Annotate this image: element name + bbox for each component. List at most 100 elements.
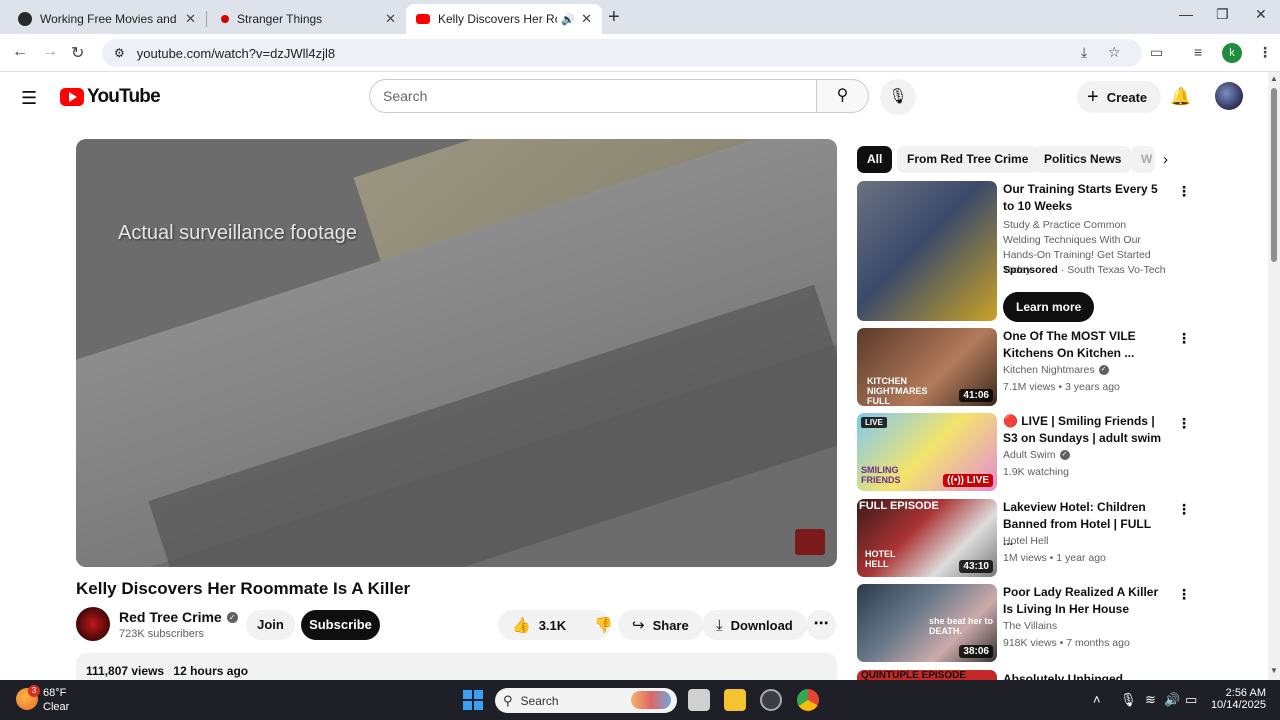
video-title[interactable]: Poor Lady Realized A Killer Is Living In…: [1003, 584, 1163, 618]
video-thumbnail[interactable]: FULL EPISODE HOTEL HELL 43:10: [857, 499, 997, 577]
channel-name[interactable]: The Villains: [1003, 620, 1057, 632]
battery-icon[interactable]: ▭: [1185, 692, 1197, 708]
kebab-menu-icon[interactable]: ⋮: [1177, 330, 1191, 347]
new-tab-button[interactable]: +: [608, 6, 620, 29]
app-icon[interactable]: [760, 689, 782, 711]
scroll-up-arrow-icon[interactable]: ▲: [1270, 74, 1278, 83]
download-button[interactable]: ⤓ Download: [702, 610, 807, 640]
tab-kelly-discovers[interactable]: Kelly Discovers Her Roomm 🔊 ✕: [406, 4, 602, 34]
tray-chevron-icon[interactable]: ˄: [1093, 692, 1101, 707]
minimize-icon[interactable]: —: [1179, 6, 1193, 22]
channel-name[interactable]: Kitchen Nightmares: [1003, 364, 1095, 376]
browser-tab-bar: Working Free Movies and TV Sh ✕ Stranger…: [0, 0, 1280, 34]
cast-icon[interactable]: ▭: [1150, 44, 1163, 61]
kebab-menu-icon[interactable]: ⋮: [1177, 501, 1191, 518]
bookmark-star-icon[interactable]: ☆: [1108, 44, 1121, 61]
browser-menu-icon[interactable]: ⋮: [1258, 44, 1272, 61]
video-title: Kelly Discovers Her Roommate Is A Killer: [76, 579, 411, 598]
search-button[interactable]: ⚲: [816, 79, 869, 113]
speaker-icon[interactable]: 🔊: [561, 13, 575, 26]
browser-profile-avatar[interactable]: k: [1222, 43, 1242, 63]
address-bar[interactable]: ⚙ youtube.com/watch?v=dzJWll4zjl8: [102, 39, 1142, 67]
create-button[interactable]: + Create: [1077, 81, 1162, 113]
hamburger-menu-icon[interactable]: ☰: [21, 88, 37, 109]
video-thumbnail[interactable]: KITCHEN NIGHTMARES FULL EPISODE 41:06: [857, 328, 997, 406]
close-icon[interactable]: ✕: [185, 11, 196, 27]
notifications-bell-icon[interactable]: 🔔: [1170, 87, 1191, 107]
search-input[interactable]: Search: [369, 79, 817, 113]
channel-name[interactable]: Adult Swim: [1003, 449, 1056, 461]
close-window-icon[interactable]: ✕: [1255, 6, 1267, 23]
voice-search-button[interactable]: 🎙: [880, 79, 916, 115]
tab-stranger-things[interactable]: Stranger Things ✕: [208, 4, 406, 34]
temperature[interactable]: 68°F: [43, 687, 66, 699]
reload-icon[interactable]: ↻: [71, 43, 84, 63]
file-explorer-icon[interactable]: [724, 689, 746, 711]
kebab-menu-icon[interactable]: ⋮: [1177, 586, 1191, 603]
like-count[interactable]: 3.1K: [539, 618, 566, 633]
page-scrollbar[interactable]: ▲ ▼: [1268, 72, 1280, 680]
volume-icon[interactable]: 🔊: [1164, 692, 1180, 708]
duration-badge: 43:10: [959, 560, 993, 573]
channel-watermark-icon[interactable]: [795, 529, 825, 555]
channel-name[interactable]: Red Tree Crime: [119, 609, 222, 625]
system-clock[interactable]: 2:56 AM 10/14/2025: [1210, 687, 1266, 711]
video-thumbnail[interactable]: she beat her to DEATH. 38:06: [857, 584, 997, 662]
close-icon[interactable]: ✕: [581, 11, 592, 27]
account-avatar[interactable]: [1215, 82, 1243, 110]
tab-free-movies[interactable]: Working Free Movies and TV Sh ✕: [8, 4, 206, 34]
video-title[interactable]: Absolutely Unhinged Episodes |: [1003, 671, 1163, 680]
back-arrow-icon[interactable]: ←: [12, 43, 28, 61]
more-actions-icon[interactable]: ⋯: [806, 610, 836, 640]
video-player[interactable]: Actual surveillance footage: [76, 139, 837, 567]
sponsored-title[interactable]: Our Training Starts Every 5 to 10 Weeks: [1003, 181, 1163, 215]
learn-more-button[interactable]: Learn more: [1003, 292, 1095, 322]
sponsored-item[interactable]: Our Training Starts Every 5 to 10 Weeks …: [857, 181, 1197, 322]
close-icon[interactable]: ✕: [385, 11, 396, 27]
kebab-menu-icon[interactable]: ⋮: [1177, 183, 1191, 200]
chip-politics-news[interactable]: Politics News: [1034, 146, 1132, 173]
thumbs-down-icon[interactable]: 👎: [594, 616, 613, 634]
channel-row[interactable]: Kitchen Nightmares ✓: [1003, 364, 1109, 376]
chip-all[interactable]: All: [857, 146, 893, 173]
install-app-icon[interactable]: ⤓: [1081, 44, 1087, 61]
taskbar-search[interactable]: ⚲ Search: [495, 688, 677, 713]
list-item[interactable]: KITCHEN NIGHTMARES FULL EPISODE 41:06 On…: [857, 328, 1197, 406]
kebab-menu-icon[interactable]: ⋮: [1177, 415, 1191, 432]
chip-from-red-tree-crime[interactable]: From Red Tree Crime: [897, 146, 1039, 173]
video-title[interactable]: One Of The MOST VILE Kitchens On Kitchen…: [1003, 328, 1163, 362]
plus-icon: +: [1087, 85, 1099, 108]
channel-name[interactable]: Hotel Hell: [1003, 535, 1049, 547]
thumbs-up-icon[interactable]: 👍: [512, 616, 531, 634]
maximize-icon[interactable]: ❐: [1216, 6, 1229, 23]
channel-row[interactable]: Adult Swim ✓: [1003, 449, 1070, 461]
site-settings-icon[interactable]: ⚙: [114, 46, 125, 60]
chip-partial[interactable]: W: [1131, 146, 1155, 173]
video-thumbnail[interactable]: QUINTUPLE EPISODE: [857, 670, 997, 680]
list-item[interactable]: QUINTUPLE EPISODE Absolutely Unhinged Ep…: [857, 670, 1197, 680]
list-item[interactable]: LIVE SMILING FRIENDS ((•)) LIVE 🔴 LIVE |…: [857, 413, 1197, 491]
description-box[interactable]: 111,807 views 12 hours ago: [76, 653, 837, 683]
channel-avatar[interactable]: [76, 607, 110, 641]
list-item[interactable]: FULL EPISODE HOTEL HELL 43:10 Lakeview H…: [857, 499, 1197, 577]
channel-name-row[interactable]: Red Tree Crime ✓: [119, 609, 238, 625]
microphone-icon[interactable]: 🎙: [1120, 692, 1137, 708]
weather-condition[interactable]: Clear: [43, 701, 69, 713]
subscribe-button[interactable]: Subscribe: [301, 610, 380, 640]
list-item[interactable]: she beat her to DEATH. 38:06 Poor Lady R…: [857, 584, 1197, 662]
sponsored-thumbnail[interactable]: [857, 181, 997, 321]
wifi-icon[interactable]: ≋: [1145, 692, 1156, 708]
share-button[interactable]: ↪ Share: [618, 610, 703, 640]
chrome-icon[interactable]: [797, 689, 819, 711]
join-button[interactable]: Join: [246, 610, 295, 640]
scroll-down-arrow-icon[interactable]: ▼: [1270, 666, 1278, 675]
youtube-logo[interactable]: YouTube: [60, 86, 161, 108]
task-view-icon[interactable]: [688, 689, 710, 711]
scrollbar-thumb[interactable]: [1271, 88, 1277, 262]
video-title[interactable]: 🔴 LIVE | Smiling Friends | S3 on Sundays…: [1003, 413, 1163, 447]
video-thumbnail[interactable]: LIVE SMILING FRIENDS ((•)) LIVE: [857, 413, 997, 491]
forward-arrow-icon[interactable]: →: [42, 43, 58, 61]
chevron-right-icon[interactable]: ›: [1163, 151, 1168, 168]
media-control-icon[interactable]: ≡: [1194, 44, 1202, 60]
windows-start-icon[interactable]: [463, 690, 483, 710]
